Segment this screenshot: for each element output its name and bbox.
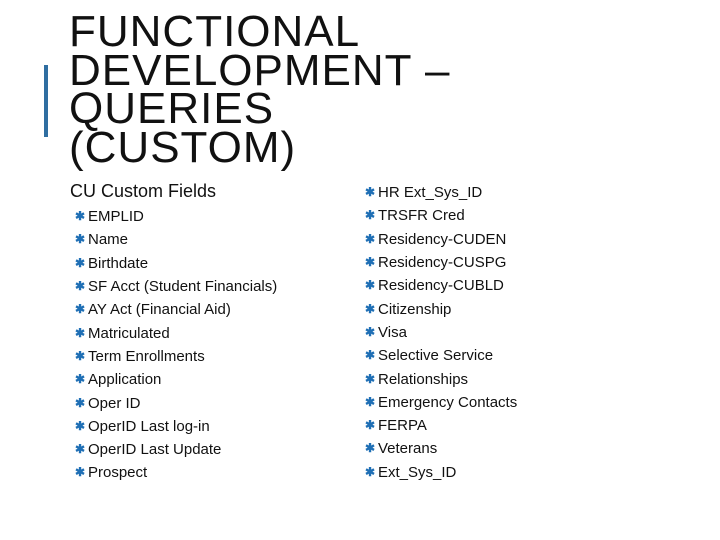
asterisk-icon: ✱ (75, 442, 86, 457)
asterisk-icon: ✱ (365, 464, 376, 479)
asterisk-icon: ✱ (75, 465, 86, 480)
asterisk-icon: ✱ (75, 279, 86, 294)
asterisk-icon: ✱ (75, 232, 86, 247)
list-item-label: OperID Last log-in (88, 417, 210, 435)
list-item: ✱ Veterans (365, 437, 517, 460)
list-item: ✱ EMPLID (75, 205, 277, 228)
list-item-label: Relationships (378, 370, 469, 388)
list-item: ✱ SF Acct (Student Financials) (75, 275, 277, 298)
list-item: ✱ Visa (365, 321, 517, 344)
list-item-label: Visa (378, 323, 407, 341)
list-item: ✱ Residency-CUBLD (365, 274, 517, 297)
slide-title: FUNCTIONAL DEVELOPMENT – QUERIES (CUSTOM… (69, 10, 450, 172)
list-item-label: FERPA (378, 417, 427, 435)
asterisk-icon: ✱ (75, 325, 86, 340)
list-item: ✱ Application (75, 368, 277, 391)
list-item: ✱ Prospect (75, 461, 277, 484)
right-field-list: ✱ HR Ext_Sys_ID ✱ TRSFR Cred ✱ Residency-CUDE… (365, 181, 517, 484)
asterisk-icon: ✱ (365, 208, 376, 223)
list-item: ✱ Birthdate (75, 252, 277, 275)
list-item-label: Veterans (378, 440, 438, 458)
list-item: ✱ Selective Service (365, 344, 517, 367)
asterisk-icon: ✱ (75, 255, 86, 270)
asterisk-icon: ✱ (365, 301, 376, 316)
list-item: ✱ TRSFR Cred (365, 204, 517, 227)
asterisk-icon: ✱ (365, 371, 376, 386)
asterisk-icon: ✱ (365, 278, 376, 293)
list-item: ✱ Term Enrollments (75, 345, 277, 368)
list-item: ✱ HR Ext_Sys_ID (365, 181, 517, 204)
asterisk-icon: ✱ (365, 231, 376, 246)
list-item-label: Term Enrollments (88, 347, 205, 365)
list-item-label: TRSFR Cred (378, 207, 465, 225)
title-accent-bar (44, 65, 48, 137)
list-item-label: Prospect (88, 464, 148, 482)
title-line: (CUSTOM) (69, 122, 297, 172)
list-item: ✱ AY Act (Financial Aid) (75, 298, 277, 321)
list-item: ✱ Residency-CUSPG (365, 251, 517, 274)
list-item-label: Selective Service (378, 347, 494, 365)
list-item-label: Residency-CUDEN (378, 230, 507, 248)
list-item-label: Emergency Contacts (378, 393, 518, 411)
asterisk-icon: ✱ (75, 348, 86, 363)
left-field-list: ✱ EMPLID ✱ Name ✱ Birthdate ✱ SF Acct (Student … (75, 205, 277, 485)
list-item: ✱ Relationships (365, 367, 517, 390)
list-item: ✱ Ext_Sys_ID (365, 461, 517, 484)
list-item: ✱ Oper ID (75, 391, 277, 414)
list-item-label: Oper ID (88, 394, 141, 412)
list-item-label: Residency-CUBLD (378, 277, 504, 295)
list-item-label: Ext_Sys_ID (378, 463, 457, 481)
list-item: ✱ Name (75, 228, 277, 251)
section-subheading: CU Custom Fields (70, 181, 217, 201)
list-item: ✱ Citizenship (365, 297, 517, 320)
list-item: ✱ Matriculated (75, 321, 277, 344)
list-item-label: Citizenship (378, 300, 452, 318)
asterisk-icon: ✱ (75, 209, 86, 224)
asterisk-icon: ✱ (365, 418, 376, 433)
asterisk-icon: ✱ (365, 185, 376, 200)
list-item-label: SF Acct (Student Financials) (88, 278, 278, 296)
list-item: ✱ Residency-CUDEN (365, 228, 517, 251)
list-item-label: EMPLID (88, 208, 144, 226)
list-item: ✱ OperID Last log-in (75, 415, 277, 438)
asterisk-icon: ✱ (365, 324, 376, 339)
list-item-label: AY Act (Financial Aid) (88, 301, 231, 319)
list-item-label: Matriculated (88, 324, 170, 342)
asterisk-icon: ✱ (75, 395, 86, 410)
asterisk-icon: ✱ (75, 372, 86, 387)
list-item: ✱ Emergency Contacts (365, 391, 517, 414)
asterisk-icon: ✱ (75, 418, 86, 433)
asterisk-icon: ✱ (365, 441, 376, 456)
list-item-label: Application (88, 371, 162, 389)
list-item: ✱ OperID Last Update (75, 438, 277, 461)
list-item-label: OperID Last Update (88, 441, 222, 459)
asterisk-icon: ✱ (365, 348, 376, 363)
list-item-label: Birthdate (88, 254, 149, 272)
list-item-label: Residency-CUSPG (378, 254, 507, 272)
list-item: ✱ FERPA (365, 414, 517, 437)
list-item-label: HR Ext_Sys_ID (378, 184, 483, 202)
asterisk-icon: ✱ (365, 255, 376, 270)
asterisk-icon: ✱ (75, 302, 86, 317)
list-item-label: Name (88, 231, 129, 249)
asterisk-icon: ✱ (365, 394, 376, 409)
